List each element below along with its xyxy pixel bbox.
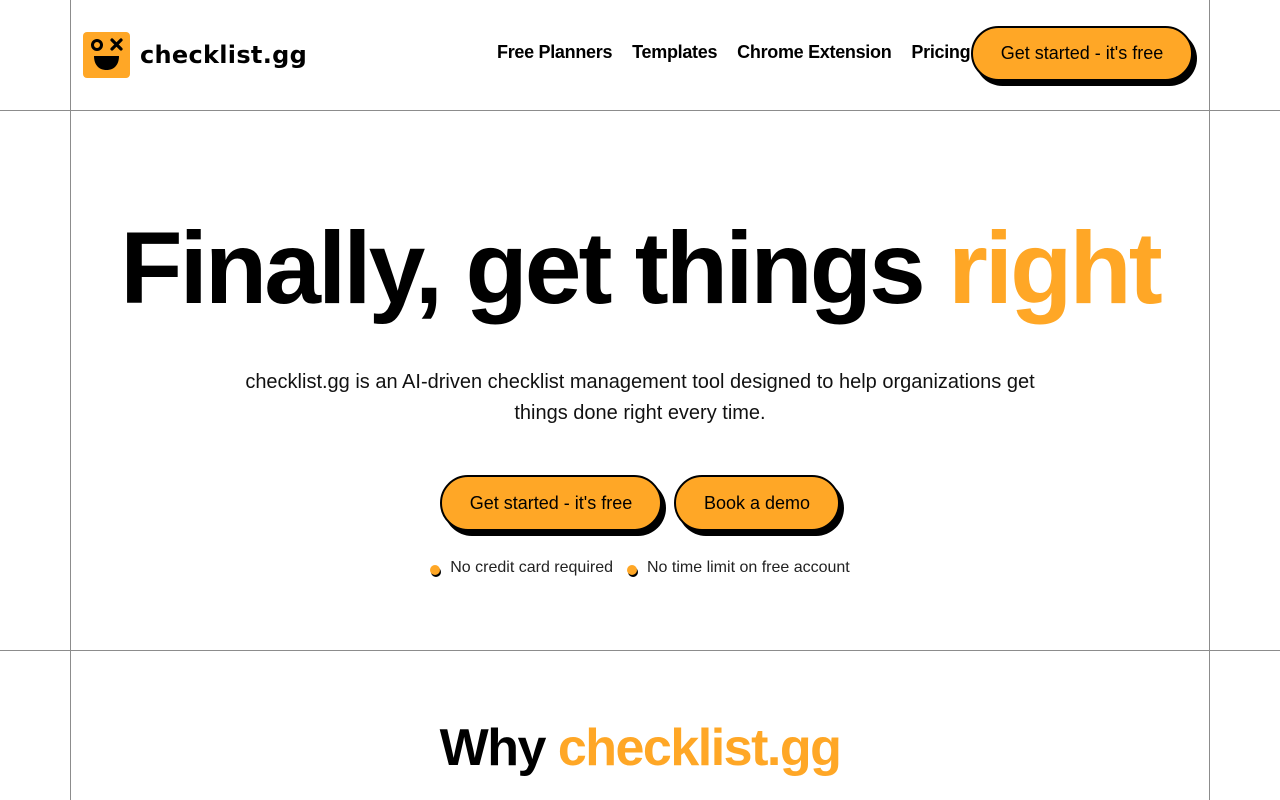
perk-label: No credit card required xyxy=(450,559,613,576)
nav-templates[interactable]: Templates xyxy=(632,42,717,63)
perk-label: No time limit on free account xyxy=(647,559,850,576)
header-divider xyxy=(0,110,1280,111)
hero-title-main: Finally, get things xyxy=(120,211,949,325)
frame-line-left xyxy=(70,0,71,800)
nav-chrome-extension[interactable]: Chrome Extension xyxy=(737,42,892,63)
brand-name: checklist.gg xyxy=(140,41,308,69)
section-divider xyxy=(0,650,1280,651)
bullet-dot-icon xyxy=(430,565,441,575)
hero-description: checklist.gg is an AI-driven checklist m… xyxy=(245,371,1035,424)
book-demo-button[interactable]: Book a demo xyxy=(674,475,840,531)
hero-title: Finally, get things right xyxy=(0,212,1280,324)
frame-line-right xyxy=(1209,0,1210,800)
why-title-main: Why xyxy=(439,719,558,777)
bullet-dot-icon xyxy=(627,565,637,575)
perks-list: No credit card required No time limit on… xyxy=(0,559,1280,577)
perk-item: No credit card required xyxy=(430,559,613,577)
main-nav: Free Planners Templates Chrome Extension… xyxy=(497,42,990,63)
hero-get-started-button[interactable]: Get started - it's free xyxy=(440,475,662,531)
hero-title-accent: right xyxy=(948,211,1163,325)
page: checklist.gg Free Planners Templates Chr… xyxy=(0,0,1280,800)
header-get-started-button[interactable]: Get started - it's free xyxy=(971,26,1193,81)
brand-logo-link[interactable]: checklist.gg xyxy=(83,32,307,78)
logo-face-icon xyxy=(83,32,130,78)
nav-pricing[interactable]: Pricing xyxy=(911,42,970,63)
nav-free-planners[interactable]: Free Planners xyxy=(497,42,612,63)
why-title-accent: checklist.gg xyxy=(557,719,842,777)
perk-item: No time limit on free account xyxy=(627,559,850,577)
why-section-title: Why checklist.gg xyxy=(0,718,1280,778)
hero-buttons: Get started - it's free Book a demo xyxy=(0,475,1280,531)
